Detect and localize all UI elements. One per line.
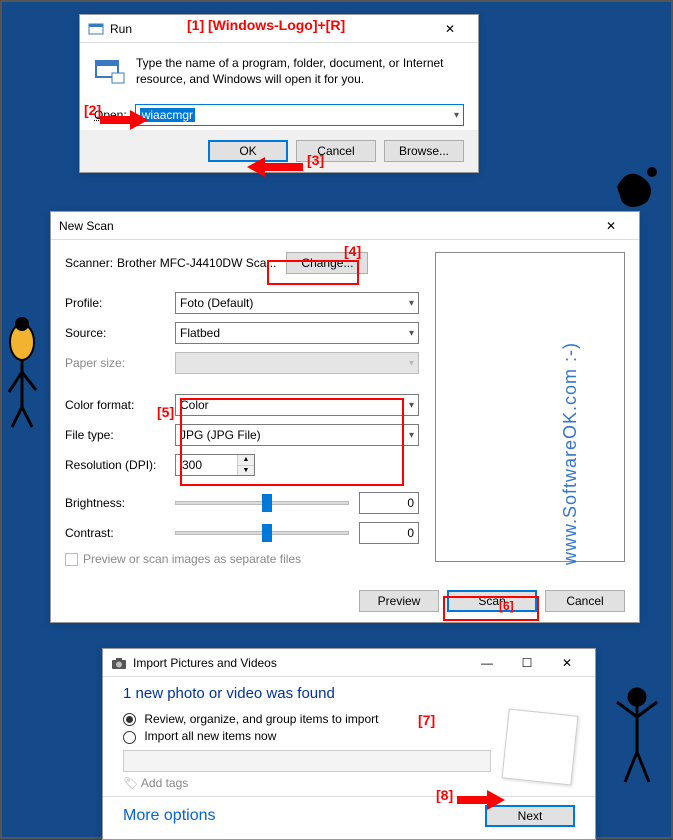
radio-review[interactable] (123, 713, 136, 726)
papersize-label: Paper size: (65, 356, 175, 370)
chevron-down-icon: ▾ (409, 298, 414, 309)
scan-preview-pane (435, 252, 625, 562)
colorformat-value: Color (180, 398, 209, 412)
scan-button-row: Preview Scan Cancel (51, 580, 639, 622)
close-icon[interactable]: ✕ (430, 17, 470, 41)
source-value: Flatbed (180, 326, 220, 340)
import-footer: More options Next (103, 796, 595, 839)
open-value: wiaacmgr (140, 108, 195, 122)
close-icon[interactable]: ✕ (591, 214, 631, 238)
open-combobox[interactable]: wiaacmgr ▾ (135, 104, 464, 126)
chevron-down-icon: ▾ (409, 430, 414, 441)
close-icon[interactable]: ✕ (547, 651, 587, 675)
import-heading: 1 new photo or video was found (123, 685, 575, 702)
cancel-button[interactable]: Cancel (296, 140, 376, 162)
radio-import-all[interactable] (123, 731, 136, 744)
brightness-slider[interactable] (175, 501, 349, 505)
run-icon (88, 21, 104, 37)
new-scan-dialog: New Scan ✕ Scanner: Brother MFC-J4410DW … (50, 211, 640, 623)
run-description: Type the name of a program, folder, docu… (136, 55, 464, 87)
import-name-field (123, 750, 491, 772)
chevron-down-icon: ▾ (409, 400, 414, 411)
preview-checkbox (65, 553, 78, 566)
filetype-combo[interactable]: JPG (JPG File) ▾ (175, 424, 419, 446)
run-body-icon (94, 55, 126, 90)
run-title: Run (110, 22, 132, 36)
brightness-value[interactable]: 0 (359, 492, 419, 514)
preview-button[interactable]: Preview (359, 590, 439, 612)
more-options-link[interactable]: More options (123, 807, 216, 825)
slider-thumb[interactable] (262, 524, 272, 542)
scan-form-column: Scanner: Brother MFC-J4410DW Sca... Chan… (65, 252, 419, 574)
scan-button[interactable]: Scan (447, 590, 537, 612)
run-body: Type the name of a program, folder, docu… (80, 43, 478, 130)
browse-button[interactable]: Browse... (384, 140, 464, 162)
contrast-label: Contrast: (65, 526, 175, 540)
spinner-arrows[interactable]: ▲▼ (238, 455, 254, 475)
colorformat-combo[interactable]: Color ▾ (175, 394, 419, 416)
scan-title: New Scan (59, 219, 114, 233)
chevron-down-icon: ▾ (454, 110, 459, 121)
scan-body: Scanner: Brother MFC-J4410DW Sca... Chan… (51, 240, 639, 580)
import-title: Import Pictures and Videos (133, 656, 277, 670)
contrast-slider[interactable] (175, 531, 349, 535)
filetype-value: JPG (JPG File) (180, 428, 261, 442)
resolution-value: 300 (176, 455, 238, 475)
ok-button[interactable]: OK (208, 140, 288, 162)
brightness-label: Brightness: (65, 496, 175, 510)
thumbnail-placeholder (502, 709, 579, 786)
scan-titlebar: New Scan ✕ (51, 212, 639, 240)
camera-icon (111, 655, 127, 671)
maximize-icon[interactable]: ☐ (507, 651, 547, 675)
radio-review-label: Review, organize, and group items to imp… (144, 712, 378, 726)
chevron-down-icon: ▾ (409, 358, 414, 369)
preview-checkbox-label: Preview or scan images as separate files (83, 552, 301, 566)
doodle-top-right (607, 157, 667, 217)
open-label: Open: (94, 108, 127, 122)
import-dialog: Import Pictures and Videos — ☐ ✕ 1 new p… (102, 648, 596, 840)
papersize-combo: ▾ (175, 352, 419, 374)
resolution-label: Resolution (DPI): (65, 458, 175, 472)
contrast-value[interactable]: 0 (359, 522, 419, 544)
profile-value: Foto (Default) (180, 296, 253, 310)
next-button[interactable]: Next (485, 805, 575, 827)
minimize-icon[interactable]: — (467, 651, 507, 675)
slider-thumb[interactable] (262, 494, 272, 512)
resolution-spinner[interactable]: 300 ▲▼ (175, 454, 255, 476)
scan-cancel-button[interactable]: Cancel (545, 590, 625, 612)
import-body: 1 new photo or video was found Review, o… (103, 677, 595, 796)
colorformat-label: Color format: (65, 398, 175, 412)
filetype-label: File type: (65, 428, 175, 442)
doodle-bottom-right (607, 682, 667, 792)
change-button[interactable]: Change... (286, 252, 368, 274)
source-combo[interactable]: Flatbed ▾ (175, 322, 419, 344)
scanner-value: Brother MFC-J4410DW Sca... (117, 256, 276, 270)
profile-label: Profile: (65, 296, 175, 310)
run-titlebar: Run ✕ (80, 15, 478, 43)
profile-combo[interactable]: Foto (Default) ▾ (175, 292, 419, 314)
source-label: Source: (65, 326, 175, 340)
run-button-row: OK Cancel Browse... (80, 130, 478, 172)
import-titlebar: Import Pictures and Videos — ☐ ✕ (103, 649, 595, 677)
run-dialog: Run ✕ Type the name of a program, folder… (79, 14, 479, 173)
scanner-label: Scanner: (65, 256, 113, 270)
tag-icon: 🏷 (123, 776, 138, 790)
chevron-down-icon: ▾ (409, 328, 414, 339)
doodle-left (4, 312, 46, 432)
radio-import-all-label: Import all new items now (144, 729, 276, 743)
scanner-row: Scanner: Brother MFC-J4410DW Sca... Chan… (65, 252, 419, 274)
add-tags-label: Add tags (141, 776, 188, 790)
